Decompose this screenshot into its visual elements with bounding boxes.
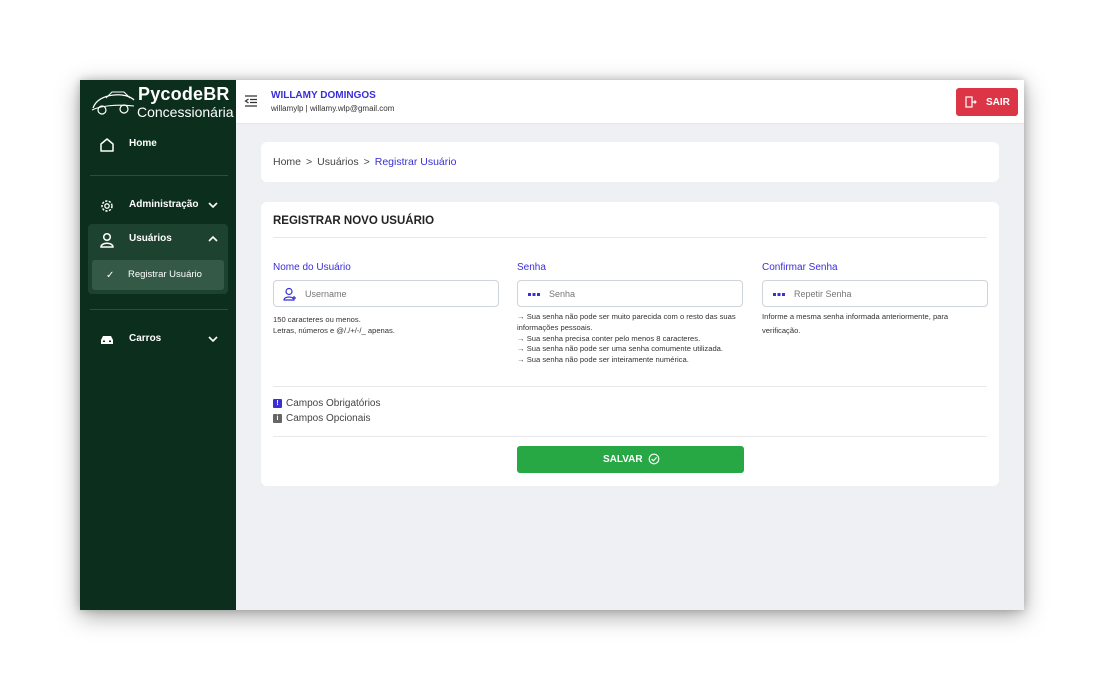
sidebar-item-label: Carros: [129, 333, 162, 344]
help-line: → Sua senha não pode ser uma senha comum…: [517, 344, 724, 354]
user-name: WILLAMY DOMINGOS: [271, 90, 376, 101]
top-header: WILLAMY DOMINGOS willamylp | willamy.wlp…: [236, 80, 1024, 124]
logout-label: SAIR: [986, 97, 1010, 108]
save-label: SALVAR: [603, 454, 643, 465]
form-divider: [273, 237, 987, 238]
legend-required-label: Campos Obrigatórios: [286, 398, 381, 409]
required-marker-icon: !: [273, 399, 282, 408]
password-help: → Sua senha não pode ser muito parecida …: [517, 312, 736, 366]
legend-optional-label: Campos Opcionais: [286, 413, 371, 424]
collapse-menu-icon[interactable]: [244, 94, 258, 108]
check-circle-icon: [648, 453, 660, 465]
logo[interactable]: PycodeBR Concessionária: [90, 84, 234, 120]
sidebar-divider: [90, 175, 228, 176]
chevron-down-icon: [208, 336, 218, 343]
help-line: → Sua senha precisa conter pelo menos 8 …: [517, 333, 701, 343]
form-title: REGISTRAR NOVO USUÁRIO: [273, 215, 435, 227]
confirm-password-label: Confirmar Senha: [762, 262, 838, 273]
sidebar: PycodeBR Concessionária Home Administraç…: [80, 80, 236, 610]
brand-name: PycodeBR: [138, 84, 230, 104]
sidebar-item-registrar-usuario[interactable]: ✓ Registrar Usuário: [92, 260, 224, 290]
breadcrumb-usuarios[interactable]: Usuários: [317, 156, 358, 168]
brand-subtitle: Concessionária: [137, 104, 234, 120]
car-icon: [101, 336, 113, 344]
breadcrumb-home[interactable]: Home: [273, 156, 301, 168]
confirm-password-help: Informe a mesma senha informada anterior…: [762, 310, 948, 339]
password-dots-icon: [528, 293, 540, 296]
user-info: willamylp | willamy.wlp@gmail.com: [271, 104, 395, 113]
sidebar-item-usuarios[interactable]: Usuários: [88, 225, 228, 255]
breadcrumb-separator: >: [363, 156, 370, 168]
logout-button[interactable]: SAIR: [956, 88, 1018, 116]
user-add-icon: [283, 287, 296, 301]
help-line: informações pessoais.: [517, 322, 593, 332]
help-line: 150 caracteres ou menos.: [273, 315, 361, 324]
username-label: Nome do Usuário: [273, 262, 351, 273]
form-divider: [273, 436, 987, 437]
app-window: PycodeBR Concessionária Home Administraç…: [80, 80, 1024, 610]
gear-icon: [101, 200, 113, 212]
register-user-form: REGISTRAR NOVO USUÁRIO Nome do Usuário U…: [261, 202, 999, 486]
logout-icon: [965, 96, 977, 108]
sidebar-item-label: Registrar Usuário: [128, 269, 202, 280]
sidebar-item-label: Usuários: [129, 233, 172, 244]
confirm-password-input[interactable]: Repetir Senha: [762, 280, 988, 307]
sidebar-item-carros[interactable]: Carros: [88, 325, 228, 355]
sidebar-item-label: Administração: [129, 199, 199, 210]
user-icon: [100, 232, 114, 248]
chevron-down-icon: [208, 202, 218, 209]
breadcrumb-current: Registrar Usuário: [374, 156, 457, 168]
username-help: 150 caracteres ou menos. Letras, números…: [273, 314, 395, 337]
breadcrumb: Home > Usuários > Registrar Usuário: [261, 142, 999, 182]
password-label: Senha: [517, 262, 546, 273]
username-placeholder: Username: [305, 289, 347, 299]
help-line: → Sua senha não pode ser muito parecida …: [517, 312, 736, 321]
home-icon: [100, 138, 114, 152]
save-button[interactable]: SALVAR: [517, 446, 744, 473]
breadcrumb-separator: >: [306, 156, 313, 168]
help-line: Letras, números e @/./+/-/_ apenas.: [273, 326, 395, 336]
legend-optional: i Campos Opcionais: [273, 413, 370, 424]
car-logo-icon: [91, 91, 135, 115]
password-input[interactable]: Senha: [517, 280, 743, 307]
username-input[interactable]: Username: [273, 280, 499, 307]
password-placeholder: Senha: [549, 289, 576, 299]
check-icon: ✓: [106, 270, 115, 281]
sidebar-divider: [90, 309, 228, 310]
sidebar-item-home[interactable]: Home: [88, 130, 228, 160]
form-divider: [273, 386, 987, 387]
legend-required: ! Campos Obrigatórios: [273, 398, 380, 409]
sidebar-item-label: Home: [129, 138, 157, 149]
confirm-password-placeholder: Repetir Senha: [794, 289, 852, 299]
password-dots-icon: [773, 293, 785, 296]
help-line: → Sua senha não pode ser inteiramente nu…: [517, 355, 689, 365]
chevron-up-icon: [208, 235, 218, 242]
optional-marker-icon: i: [273, 414, 282, 423]
help-line: verificação.: [762, 326, 801, 336]
sidebar-item-administracao[interactable]: Administração: [88, 191, 228, 221]
help-line: Informe a mesma senha informada anterior…: [762, 312, 949, 321]
